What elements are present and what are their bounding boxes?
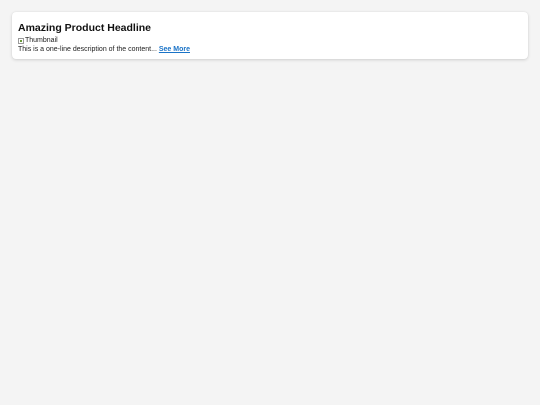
card-description: This is a one-line description of the co… [18,46,157,53]
content-card: Amazing Product Headline Thumbnail This … [12,12,528,59]
thumbnail-image: Thumbnail [18,37,522,45]
thumbnail-alt-text: Thumbnail [25,37,58,44]
broken-image-icon [18,38,24,44]
see-more-link[interactable]: See More [159,46,190,53]
card-headline: Amazing Product Headline [18,22,152,34]
card-description-line: This is a one-line description of the co… [18,45,522,54]
